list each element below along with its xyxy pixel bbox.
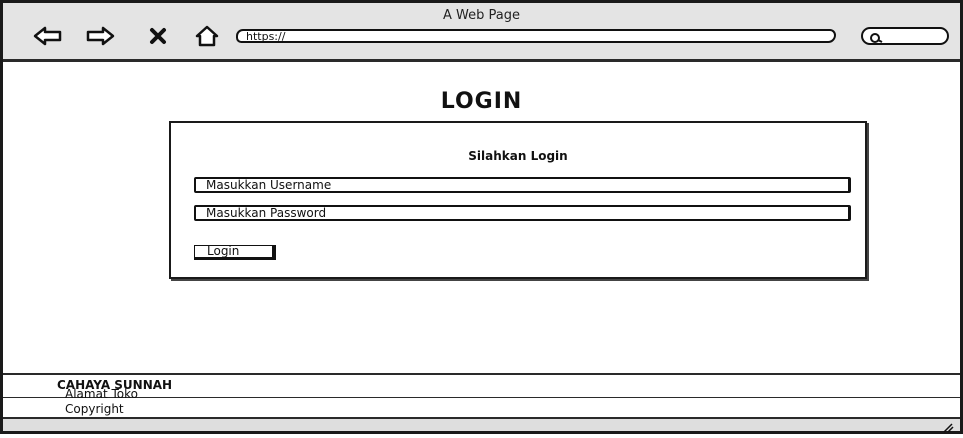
page-title: LOGIN [440, 89, 523, 114]
window-title: A Web Page [443, 8, 520, 23]
close-x-icon[interactable] [143, 23, 173, 49]
footer-copyright-bar: Copyright [3, 398, 960, 419]
status-bar [3, 419, 960, 433]
resize-grip-icon[interactable] [940, 420, 954, 438]
password-input[interactable]: Masukkan Password [194, 205, 851, 221]
browser-window: A Web Page https:// LOGIN Silahkan Login… [0, 0, 963, 434]
footer-store-info: CAHAYA SUNNAH Alamat Toko [3, 373, 960, 401]
copyright-text: Copyright [65, 402, 124, 416]
back-arrow-icon[interactable] [33, 23, 63, 49]
search-icon [869, 31, 883, 49]
login-panel: Silahkan Login Masukkan Username Masukka… [169, 121, 867, 279]
panel-heading: Silahkan Login [468, 149, 568, 163]
username-input[interactable]: Masukkan Username [194, 177, 851, 193]
url-bar[interactable]: https:// [236, 29, 836, 43]
search-box[interactable] [861, 27, 949, 45]
login-button[interactable]: Login [194, 245, 276, 260]
browser-toolbar: A Web Page https:// [3, 3, 960, 62]
home-icon[interactable] [192, 23, 222, 49]
forward-arrow-icon[interactable] [85, 23, 115, 49]
